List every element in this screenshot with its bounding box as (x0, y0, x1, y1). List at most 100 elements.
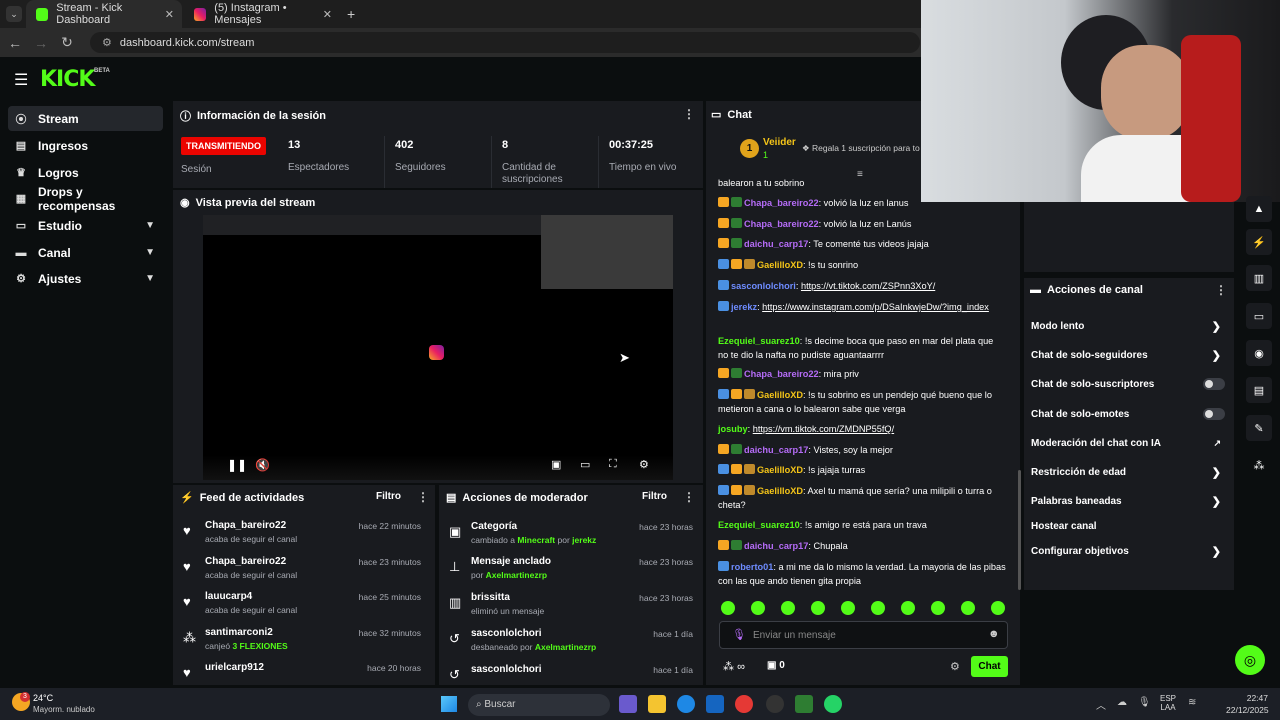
mod-action[interactable]: sasconlolchori (471, 664, 542, 675)
sidebar-item-estudio[interactable]: ▭ Estudio ▼ (8, 213, 163, 238)
channel-action-item[interactable]: Palabras baneadas ❯ (1031, 492, 1227, 510)
mute-icon[interactable]: 🔇 (255, 458, 270, 472)
theater-icon[interactable]: ▭ (580, 458, 590, 471)
chat-username[interactable]: roberto01 (731, 562, 773, 572)
channel-action-item[interactable]: Restricción de edad ❯ (1031, 463, 1227, 481)
close-tab-icon[interactable]: ✕ (323, 8, 332, 21)
chat-username[interactable]: jerekz (731, 302, 757, 312)
file-explorer-icon[interactable] (648, 695, 666, 713)
chat-username[interactable]: daichu_carp17 (744, 541, 808, 551)
pinned-user[interactable]: Veiider (763, 137, 796, 148)
weather-temp[interactable]: 24°C (33, 693, 53, 703)
chat-username[interactable]: GaelilloXD (757, 465, 803, 475)
channel-action-item[interactable]: Hostear canal (1031, 517, 1227, 535)
toggle-switch[interactable] (1203, 408, 1225, 420)
points-icon[interactable]: ⁂ (1246, 452, 1272, 478)
channel-action-item[interactable]: Configurar objetivos ❯ (1031, 542, 1227, 560)
stream-preview-video[interactable]: ❚❚ 🔇 ▣ ▭ ⛶ ⚙ (203, 215, 673, 480)
wifi-icon[interactable]: ≋ (1188, 697, 1196, 708)
mod-filter-button[interactable]: Filtro (642, 491, 667, 502)
channel-action-item[interactable]: Chat de solo-suscriptores (1031, 375, 1227, 393)
emote-icon[interactable] (901, 601, 915, 615)
chat-username[interactable]: daichu_carp17 (744, 445, 808, 455)
chat-username[interactable]: josuby (718, 424, 748, 434)
chat-username[interactable]: Chapa_bareiro22 (744, 369, 819, 379)
tray-chevron-icon[interactable]: ︿ (1096, 697, 1106, 712)
more-icon[interactable]: ⋮ (683, 107, 695, 121)
more-icon[interactable]: ⋮ (683, 490, 695, 504)
site-info-icon[interactable]: ⚙ (102, 36, 112, 49)
chat-link[interactable]: https://vt.tiktok.com/ZSPnn3XoY/ (801, 281, 935, 291)
excel-icon[interactable] (795, 695, 813, 713)
fullscreen-icon[interactable]: ⛶ (609, 458, 617, 471)
chat-username[interactable]: Ezequiel_suarez10 (718, 520, 800, 530)
copilot-icon[interactable] (619, 695, 637, 713)
emote-icon[interactable] (781, 601, 795, 615)
chrome-icon[interactable] (735, 695, 753, 713)
gift-sub-prompt[interactable]: ❖ Regala 1 suscripción para to (802, 143, 920, 154)
network-icon[interactable]: ☁ (1117, 697, 1127, 708)
mic-tray-icon[interactable]: 🎙 (1138, 697, 1151, 708)
store-icon[interactable] (706, 695, 724, 713)
forward-icon[interactable]: → (28, 35, 54, 51)
wrench-icon[interactable]: ✎ (1246, 415, 1272, 441)
broadcast-icon[interactable]: ◉ (1246, 340, 1272, 366)
feed-user[interactable]: santimarconi2 (205, 627, 273, 638)
emote-icon[interactable] (721, 601, 735, 615)
close-tab-icon[interactable]: ✕ (165, 8, 174, 21)
channel-action-item[interactable]: Modo lento ❯ (1031, 317, 1227, 335)
mod-action[interactable]: sasconlolchori (471, 628, 542, 639)
language-indicator[interactable]: ESP LAA (1160, 694, 1176, 712)
tab-list-icon[interactable]: ⌄ (6, 6, 22, 22)
obs-icon[interactable] (766, 695, 784, 713)
menu-icon[interactable]: ☰ (14, 70, 28, 90)
feed-user[interactable]: urielcarp912 (205, 662, 264, 673)
settings-icon[interactable]: ⚙ (639, 458, 649, 471)
new-tab-icon[interactable]: + (347, 6, 355, 22)
whatsapp-icon[interactable] (824, 695, 842, 713)
feed-user[interactable]: Chapa_bareiro22 (205, 520, 286, 531)
reload-icon[interactable]: ↻ (54, 34, 80, 51)
emote-icon[interactable] (961, 601, 975, 615)
chat-link[interactable]: https://www.instagram.com/p/DSaInkwjeDw/… (762, 302, 989, 312)
feed-filter-button[interactable]: Filtro (376, 491, 401, 502)
pause-icon[interactable]: ❚❚ (227, 458, 247, 472)
emote-icon[interactable] (871, 601, 885, 615)
kick-logo[interactable]: KICK (40, 67, 95, 92)
mic-icon[interactable]: 🎙 (732, 628, 746, 641)
channel-action-item[interactable]: Chat de solo-emotes (1031, 405, 1227, 423)
tab-kick[interactable]: Stream - Kick Dashboard ✕ (26, 0, 182, 28)
edge-icon[interactable] (677, 695, 695, 713)
toggle-switch[interactable] (1203, 378, 1225, 390)
layout-icon[interactable]: ▤ (1246, 377, 1272, 403)
chat-username[interactable]: Chapa_bareiro22 (744, 198, 819, 208)
bolt-icon[interactable]: ⚡ (1246, 229, 1272, 255)
chat-username[interactable]: daichu_carp17 (744, 239, 808, 249)
tab-instagram[interactable]: (5) Instagram • Mensajes ✕ (184, 0, 340, 28)
channel-action-item[interactable]: Moderación del chat con IA ↗ (1031, 434, 1227, 452)
gift-count[interactable]: ▣ 0 (767, 660, 785, 671)
chat-settings-icon[interactable]: ⚙ (950, 660, 960, 673)
chat-icon[interactable]: ▭ (1246, 303, 1272, 329)
sidebar-item-stream[interactable]: ⦿ Stream (8, 106, 163, 131)
more-icon[interactable]: ⋮ (1215, 283, 1227, 297)
chat-username[interactable]: GaelilloXD (757, 260, 803, 270)
emote-icon[interactable] (751, 601, 765, 615)
sidebar-item-canal[interactable]: ▬ Canal ▼ (8, 240, 163, 265)
clock[interactable]: 22:47 22/12/2025 (1226, 693, 1269, 715)
windows-start-icon[interactable] (441, 696, 457, 712)
support-icon[interactable]: ◎ (1235, 645, 1265, 675)
channel-points[interactable]: ⁂ ∞ (723, 660, 745, 673)
emote-icon[interactable] (991, 601, 1005, 615)
sidebar-item-ajustes[interactable]: ⚙ Ajustes ▼ (8, 266, 163, 291)
emote-icon[interactable] (931, 601, 945, 615)
feed-user[interactable]: Chapa_bareiro22 (205, 556, 286, 567)
channel-action-item[interactable]: Chat de solo-seguidores ❯ (1031, 346, 1227, 364)
chat-username[interactable]: GaelilloXD (757, 390, 803, 400)
taskbar-search[interactable]: ⌕ Buscar (468, 694, 610, 716)
chat-link[interactable]: https://vm.tiktok.com/ZMDNP55fQ/ (753, 424, 894, 434)
clipboard-icon[interactable]: ▥ (1246, 265, 1272, 291)
chat-username[interactable]: Ezequiel_suarez10 (718, 336, 800, 346)
pip-icon[interactable]: ▣ (551, 458, 561, 471)
emote-icon[interactable] (811, 601, 825, 615)
